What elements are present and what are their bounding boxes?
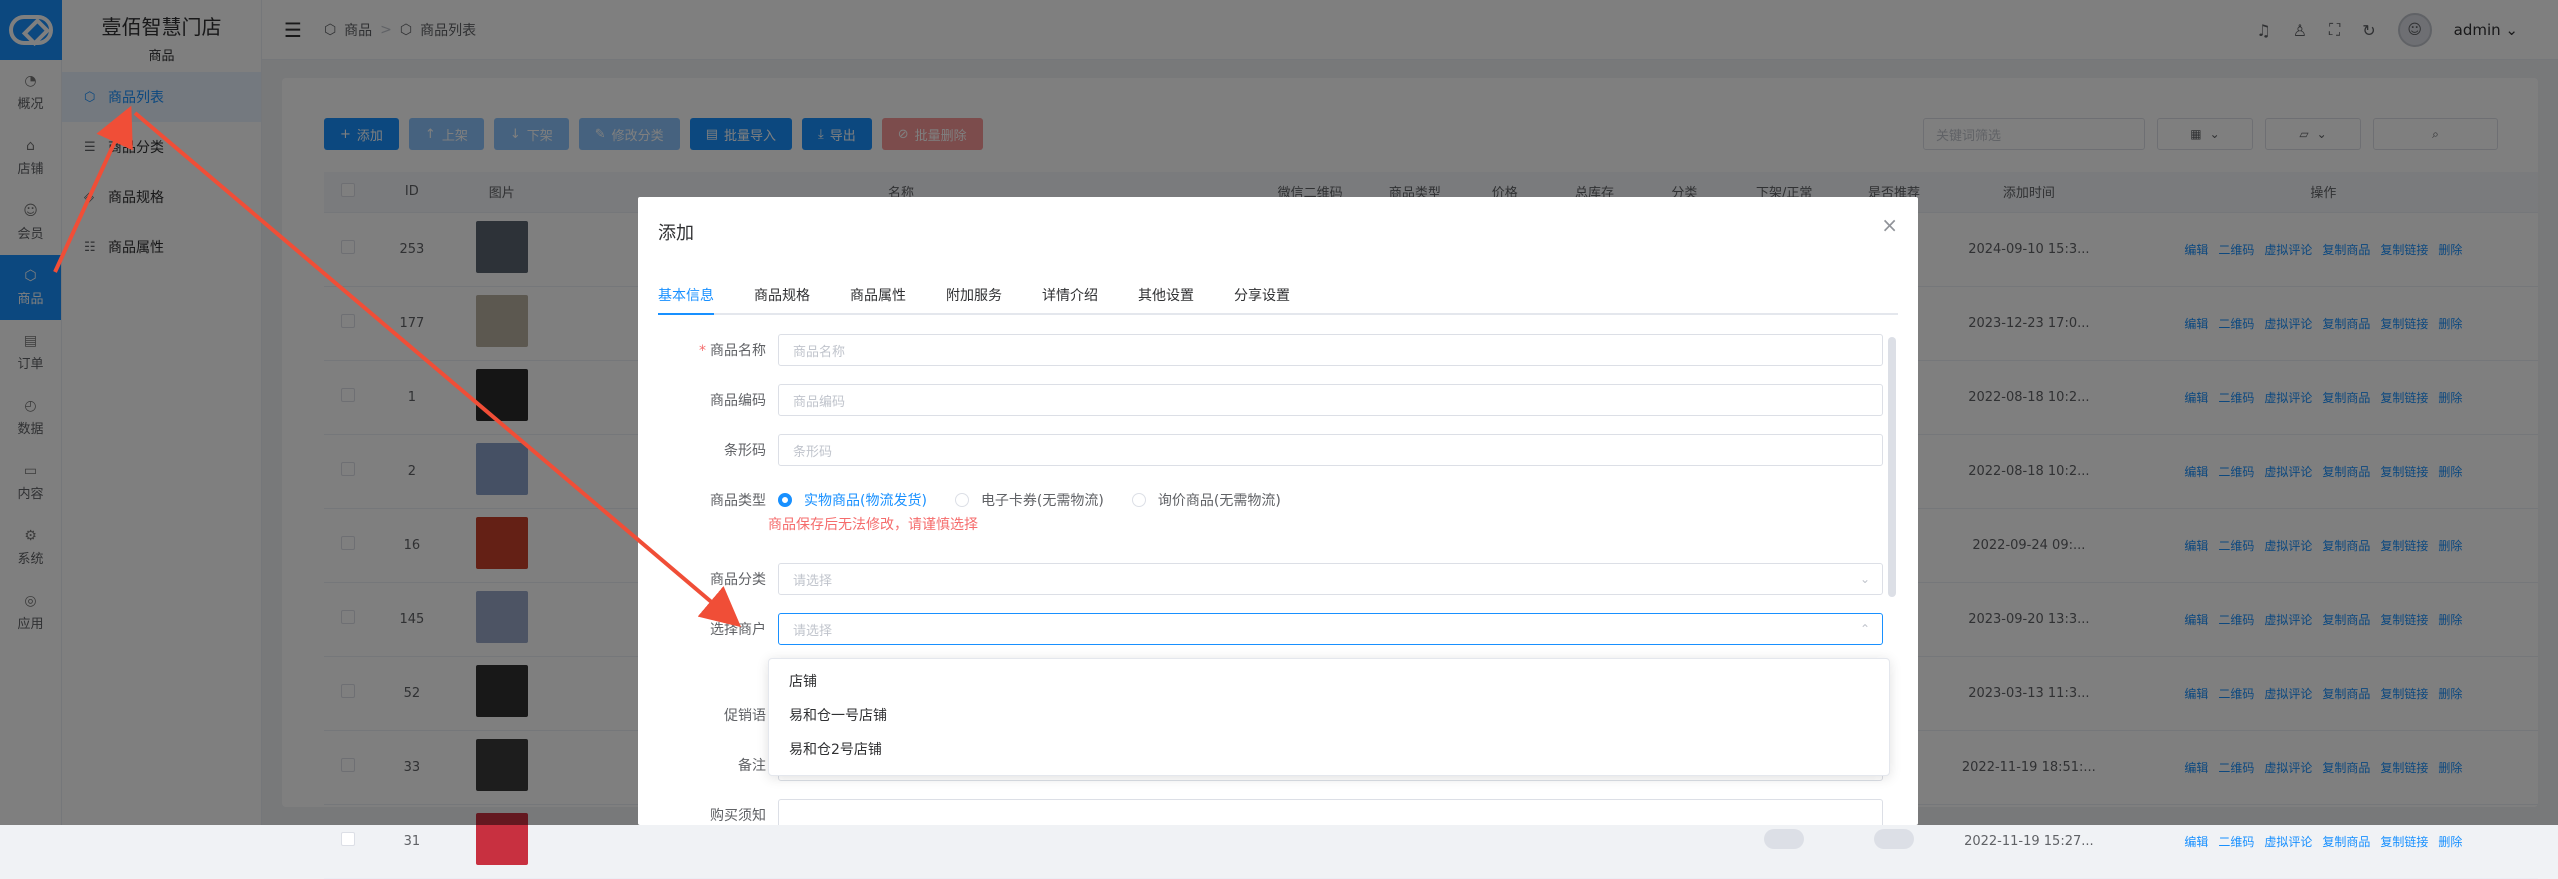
row-action-link[interactable]: 编辑 <box>2184 835 2208 849</box>
code-label: 商品编码 <box>710 393 766 409</box>
form-row-code: 商品编码 商品编码 <box>658 384 1883 416</box>
close-icon[interactable]: × <box>1881 213 1898 237</box>
row-action-link[interactable]: 二维码 <box>2218 835 2254 849</box>
radio-dot <box>1131 493 1146 507</box>
dialog-tab-5[interactable]: 其他设置 <box>1138 285 1194 313</box>
radio-label: 实物商品(物流发货) <box>804 493 927 509</box>
merchant-select[interactable]: 请选择 ⌃ <box>778 613 1883 645</box>
radio-label: 电子卡券(无需物流) <box>980 493 1104 509</box>
notice-input[interactable] <box>778 799 1883 825</box>
required-mark: * <box>699 343 706 359</box>
goods-type-radio-group: 实物商品(物流发货) 电子卡券(无需物流) 询价商品(无需物流) <box>778 490 1281 510</box>
barcode-input[interactable]: 条形码 <box>778 434 1883 466</box>
radio-label: 询价商品(无需物流) <box>1157 493 1281 509</box>
form-row-name: * 商品名称 商品名称 <box>658 334 1883 366</box>
chevron-up-icon: ⌃ <box>1859 622 1870 636</box>
row-action-link[interactable]: 复制商品 <box>2322 835 2370 849</box>
form-row-merchant: 选择商户 请选择 ⌃ <box>658 613 1883 645</box>
dialog-tab-4[interactable]: 详情介绍 <box>1042 285 1098 313</box>
dialog-tab-0[interactable]: 基本信息 <box>658 285 714 315</box>
goods-code-input[interactable]: 商品编码 <box>778 384 1883 416</box>
barcode-label: 条形码 <box>724 443 766 459</box>
form-row-type: 商品类型 实物商品(物流发货) 电子卡券(无需物流) 询价商品(无需物流) <box>658 484 1883 516</box>
merchant-option[interactable]: 易和仓2号店铺 <box>769 733 1889 767</box>
form-row-barcode: 条形码 条形码 <box>658 434 1883 466</box>
row-action-link[interactable]: 虚拟评论 <box>2264 835 2312 849</box>
dialog-tab-1[interactable]: 商品规格 <box>754 285 810 313</box>
name-label: * 商品名称 <box>658 340 778 360</box>
goods-type-radio-2[interactable]: 询价商品(无需物流) <box>1131 490 1281 510</box>
dialog-tabs: 基本信息 商品规格 商品属性 附加服务 详情介绍 其他设置 分享设置 <box>658 285 1898 315</box>
merchant-option[interactable]: 店铺 <box>769 665 1889 699</box>
radio-dot <box>778 493 792 507</box>
category-select[interactable]: 请选择 ⌄ <box>778 563 1883 595</box>
row-action-link[interactable]: 删除 <box>2438 835 2462 849</box>
merchant-label: 选择商户 <box>710 622 766 638</box>
row-checkbox[interactable] <box>340 832 355 846</box>
type-warning: 商品保存后无法修改，请谨慎选择 <box>768 517 978 533</box>
dialog-tab-2[interactable]: 商品属性 <box>850 285 906 313</box>
row-action-link[interactable]: 复制链接 <box>2380 835 2428 849</box>
name-label-text: 商品名称 <box>710 343 766 359</box>
remark-label: 备注 <box>738 758 766 774</box>
goods-type-radio-1[interactable]: 电子卡券(无需物流) <box>954 490 1104 510</box>
dialog-scrollbar[interactable] <box>1888 337 1896 597</box>
dialog-tab-6[interactable]: 分享设置 <box>1234 285 1290 313</box>
merchant-dropdown: 店铺 易和仓一号店铺 易和仓2号店铺 <box>768 658 1890 776</box>
goods-name-input[interactable]: 商品名称 <box>778 334 1883 366</box>
category-label: 商品分类 <box>710 572 766 588</box>
promo-label: 促销语 <box>724 708 766 724</box>
form-row-notice: 购买须知 <box>658 799 1883 825</box>
merchant-option[interactable]: 易和仓一号店铺 <box>769 699 1889 733</box>
notice-label: 购买须知 <box>710 808 766 824</box>
merchant-placeholder: 请选择 <box>793 623 833 639</box>
type-label: 商品类型 <box>710 493 766 509</box>
dialog-title: 添加 <box>658 223 694 244</box>
form-row-category: 商品分类 请选择 ⌄ <box>658 563 1883 595</box>
recommend-switch[interactable] <box>1874 829 1915 849</box>
goods-type-radio-0[interactable]: 实物商品(物流发货) <box>778 490 927 510</box>
status-switch[interactable] <box>1764 829 1805 849</box>
category-placeholder: 请选择 <box>793 573 833 589</box>
radio-dot <box>954 493 969 507</box>
dialog-tab-3[interactable]: 附加服务 <box>946 285 1002 313</box>
chevron-down-icon: ⌄ <box>1859 572 1870 586</box>
